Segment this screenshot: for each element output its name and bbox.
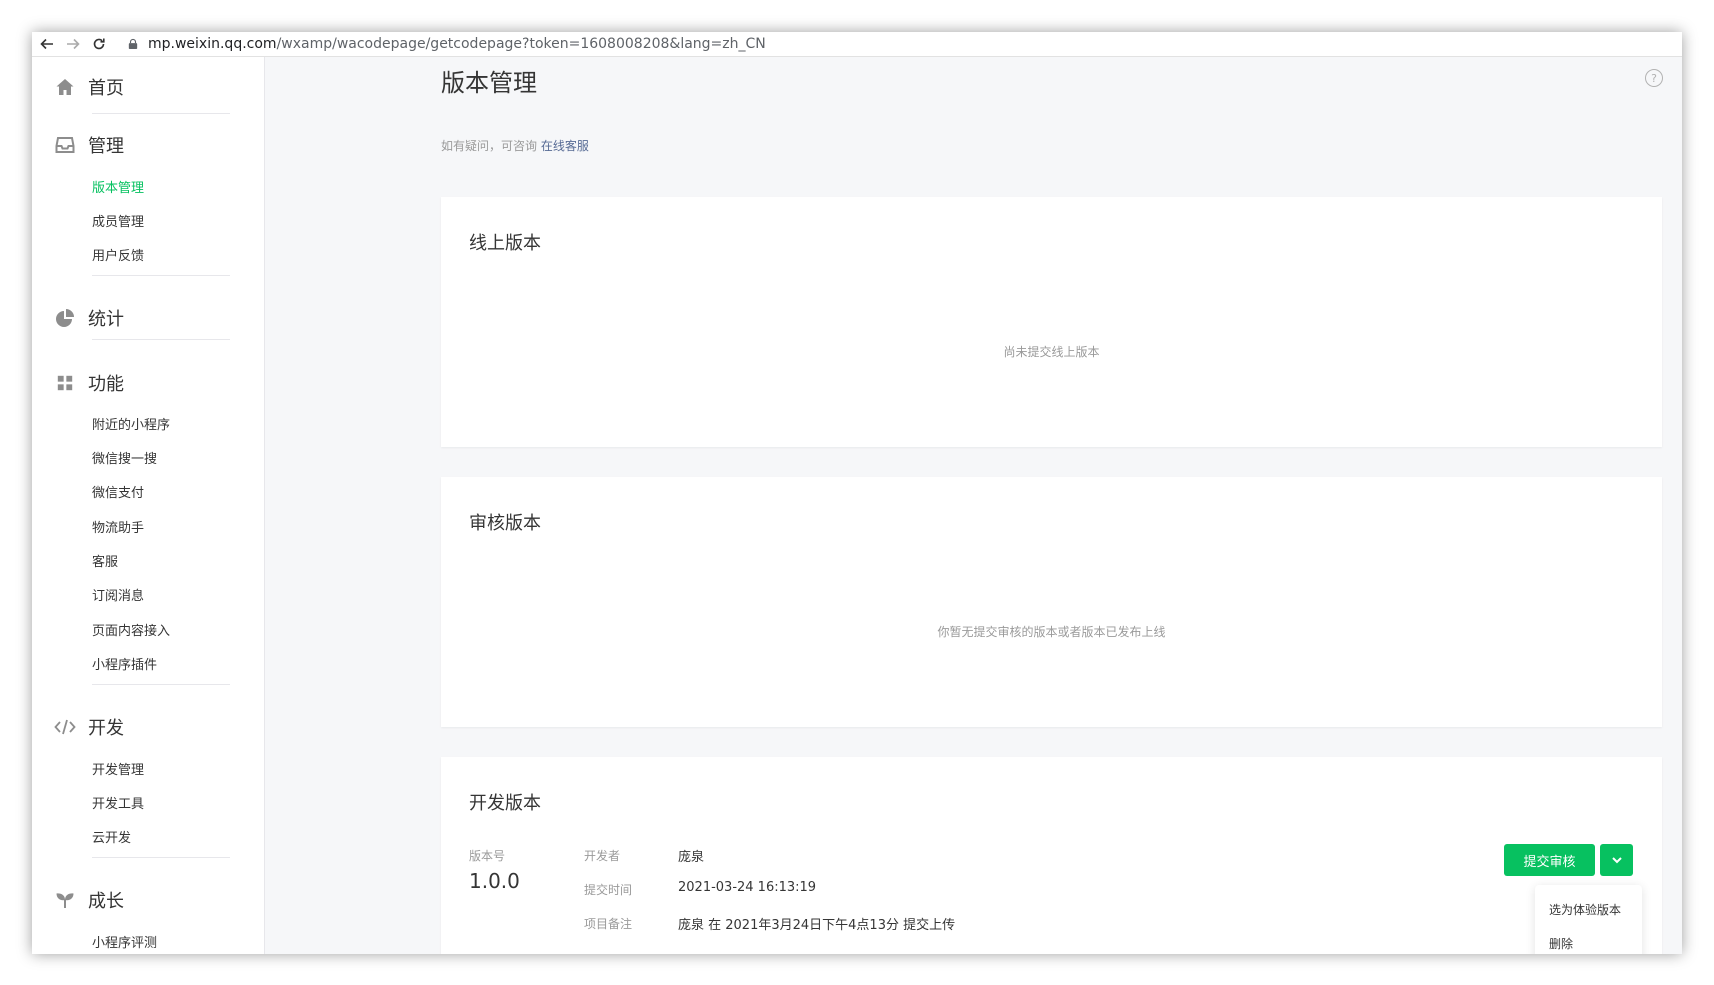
pie-chart-icon xyxy=(54,307,76,329)
chevron-down-icon xyxy=(1611,857,1622,864)
sidebar-item-dev-tools[interactable]: 开发工具 xyxy=(92,793,144,812)
hint-text: 如有疑问，可咨询 xyxy=(441,139,538,153)
sidebar-item-wechat-search[interactable]: 微信搜一搜 xyxy=(92,448,157,467)
sidebar-item-page-content[interactable]: 页面内容接入 xyxy=(92,620,170,639)
reload-icon xyxy=(93,38,105,50)
nav-features[interactable]: 功能 xyxy=(54,369,124,397)
developer-label: 开发者 xyxy=(584,849,621,863)
arrow-right-icon xyxy=(67,38,80,50)
forward-button[interactable] xyxy=(62,33,84,55)
sidebar: 首页 管理 版本管理 成员管理 用户反馈 统计 功能 附近的小程序 微信搜一搜 … xyxy=(32,57,265,954)
nav-features-label: 功能 xyxy=(88,374,124,395)
project-note-value: 庞泉 在 2021年3月24日下午4点13分 提交上传 xyxy=(678,918,956,933)
online-version-card: 线上版本 尚未提交线上版本 xyxy=(441,197,1662,447)
online-version-title: 线上版本 xyxy=(469,233,541,254)
nav-divider xyxy=(92,339,230,340)
sidebar-item-version-manage[interactable]: 版本管理 xyxy=(92,177,144,196)
set-experience-version-menu-item[interactable]: 选为体验版本 xyxy=(1549,901,1621,918)
submit-time-label: 提交时间 xyxy=(584,883,633,897)
online-version-empty: 尚未提交线上版本 xyxy=(1003,345,1100,359)
sidebar-item-plugins[interactable]: 小程序插件 xyxy=(92,654,157,673)
nav-growth[interactable]: 成长 xyxy=(54,886,124,914)
browser-address-bar: mp.weixin.qq.com/wxamp/wacodepage/getcod… xyxy=(32,32,1682,57)
nav-home-label: 首页 xyxy=(88,78,124,99)
sidebar-item-subscribe-message[interactable]: 订阅消息 xyxy=(92,585,144,604)
grid-icon xyxy=(54,372,76,394)
url-path: /wxamp/wacodepage/getcodepage?token=1608… xyxy=(276,36,766,52)
sidebar-item-cloud-dev[interactable]: 云开发 xyxy=(92,827,131,846)
sidebar-item-customer-service[interactable]: 客服 xyxy=(92,551,118,570)
sidebar-item-logistics[interactable]: 物流助手 xyxy=(92,517,144,536)
url-field[interactable]: mp.weixin.qq.com/wxamp/wacodepage/getcod… xyxy=(148,36,766,52)
page-title: 版本管理 xyxy=(441,69,537,97)
nav-manage[interactable]: 管理 xyxy=(54,131,124,159)
delete-menu-item[interactable]: 删除 xyxy=(1549,935,1573,952)
arrow-left-icon xyxy=(40,38,53,50)
reload-button[interactable] xyxy=(88,33,110,55)
submit-review-button[interactable]: 提交审核 xyxy=(1504,844,1595,876)
version-number: 1.0.0 xyxy=(469,869,520,893)
nav-manage-label: 管理 xyxy=(88,136,124,157)
nav-develop[interactable]: 开发 xyxy=(54,713,124,741)
help-hint: 如有疑问，可咨询 在线客服 xyxy=(441,137,589,154)
sidebar-item-nearby-miniprogram[interactable]: 附近的小程序 xyxy=(92,414,170,433)
nav-divider xyxy=(92,684,230,685)
review-version-empty: 你暂无提交审核的版本或者版本已发布上线 xyxy=(937,625,1166,639)
review-version-card: 审核版本 你暂无提交审核的版本或者版本已发布上线 xyxy=(441,477,1662,727)
nav-divider xyxy=(92,857,230,858)
nav-divider xyxy=(92,275,230,276)
nav-divider xyxy=(92,113,230,114)
back-button[interactable] xyxy=(36,33,58,55)
version-number-label: 版本号 xyxy=(469,849,506,863)
sidebar-item-member-manage[interactable]: 成员管理 xyxy=(92,211,144,230)
main-content: 版本管理 ? 如有疑问，可咨询 在线客服 线上版本 尚未提交线上版本 审核版本 … xyxy=(265,57,1682,954)
sidebar-item-wechat-pay[interactable]: 微信支付 xyxy=(92,482,144,501)
dev-version-title: 开发版本 xyxy=(469,793,541,814)
developer-value: 庞泉 xyxy=(678,850,705,865)
nav-develop-label: 开发 xyxy=(88,718,124,739)
review-version-title: 审核版本 xyxy=(469,513,541,534)
code-icon xyxy=(54,716,76,738)
more-actions-dropdown: 选为体验版本 删除 xyxy=(1535,885,1642,954)
lock-icon xyxy=(128,38,140,50)
sidebar-item-evaluation[interactable]: 小程序评测 xyxy=(92,932,157,951)
nav-growth-label: 成长 xyxy=(88,891,124,912)
submit-time-value: 2021-03-24 16:13:19 xyxy=(678,880,817,895)
dev-version-card: 开发版本 版本号 1.0.0 开发者 庞泉 提交时间 2021-03-24 16… xyxy=(441,757,1662,954)
nav-statistics-label: 统计 xyxy=(88,309,124,330)
url-host: mp.weixin.qq.com xyxy=(148,36,277,52)
home-icon xyxy=(54,76,76,98)
sidebar-item-dev-manage[interactable]: 开发管理 xyxy=(92,759,144,778)
nav-statistics[interactable]: 统计 xyxy=(54,304,124,332)
sprout-icon xyxy=(54,889,76,911)
project-note-label: 项目备注 xyxy=(584,917,633,931)
online-service-link[interactable]: 在线客服 xyxy=(541,139,589,153)
sidebar-item-user-feedback[interactable]: 用户反馈 xyxy=(92,245,144,264)
inbox-icon xyxy=(54,134,76,156)
help-icon[interactable]: ? xyxy=(1645,69,1663,87)
nav-home[interactable]: 首页 xyxy=(54,73,124,101)
more-actions-button[interactable] xyxy=(1600,844,1633,876)
browser-window: mp.weixin.qq.com/wxamp/wacodepage/getcod… xyxy=(32,32,1682,954)
